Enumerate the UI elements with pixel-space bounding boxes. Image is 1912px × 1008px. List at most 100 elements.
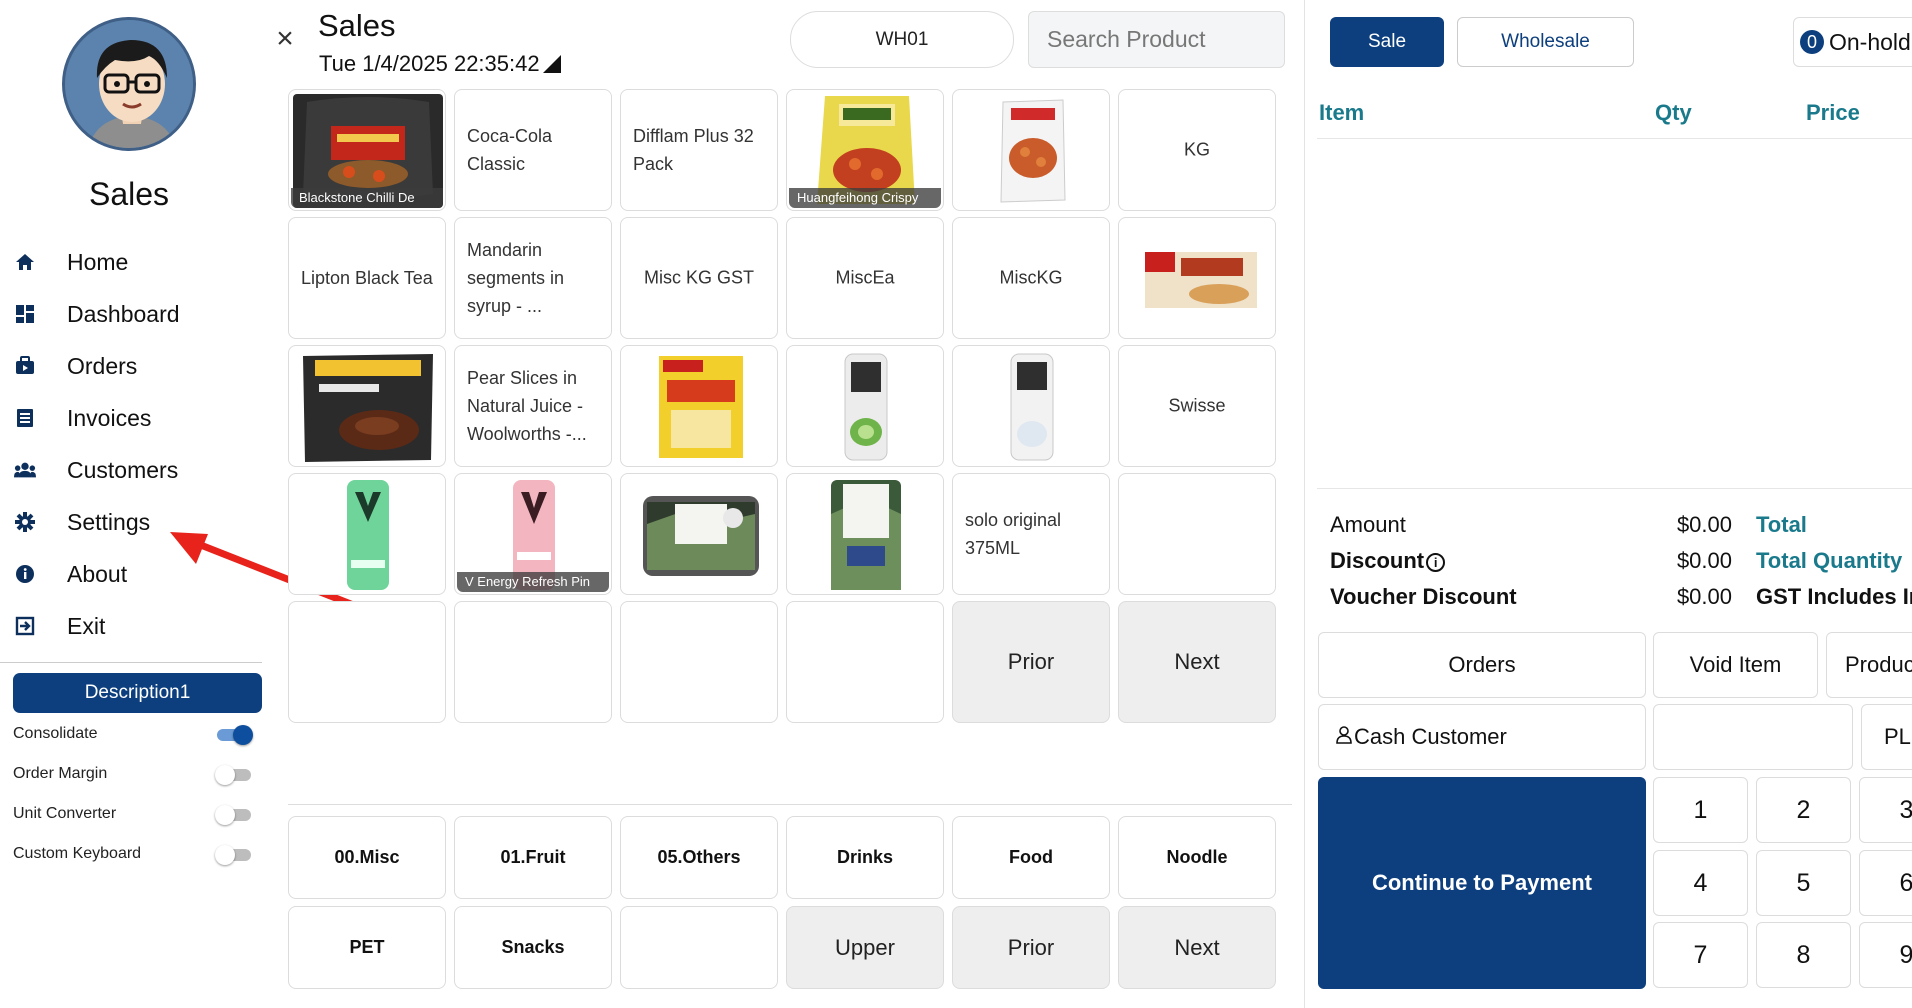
warehouse-selector[interactable]: WH01 bbox=[790, 11, 1014, 68]
sidebar: Sales Home Dashboard Orders Invoices Cus… bbox=[0, 0, 262, 1008]
gear-icon bbox=[14, 511, 36, 533]
description-button[interactable]: Description1 bbox=[13, 673, 262, 713]
product-name: Coca-Cola Classic bbox=[467, 126, 553, 174]
product-tile[interactable]: solo original 375ML bbox=[952, 473, 1110, 595]
product-tile[interactable]: Difflam Plus 32 Pack bbox=[620, 89, 778, 211]
nav-customers[interactable]: Customers bbox=[0, 449, 258, 491]
product-tile[interactable]: MiscEa bbox=[786, 217, 944, 339]
pl-button[interactable]: PL bbox=[1861, 704, 1912, 770]
product-image bbox=[844, 353, 888, 461]
product-tile[interactable]: KG bbox=[1118, 89, 1276, 211]
wholesale-mode-button[interactable]: Wholesale bbox=[1457, 17, 1634, 67]
product-tile[interactable] bbox=[952, 345, 1110, 467]
keypad-key[interactable]: 1 bbox=[1653, 777, 1748, 843]
product-tile[interactable] bbox=[1118, 217, 1276, 339]
product-tile[interactable] bbox=[620, 473, 778, 595]
product-tile[interactable]: Lipton Black Tea bbox=[288, 217, 446, 339]
nav-about[interactable]: About bbox=[0, 553, 258, 595]
product-tile[interactable]: MiscKG bbox=[952, 217, 1110, 339]
product-tile[interactable]: Misc KG GST bbox=[620, 217, 778, 339]
home-icon bbox=[14, 251, 36, 273]
nav-exit[interactable]: Exit bbox=[0, 605, 258, 647]
keypad-key[interactable]: 5 bbox=[1756, 850, 1851, 916]
nav-orders[interactable]: Orders bbox=[0, 345, 258, 387]
dashboard-icon bbox=[14, 303, 36, 325]
category-button[interactable]: Noodle bbox=[1118, 816, 1276, 899]
void-item-button[interactable]: Void Item bbox=[1653, 632, 1818, 698]
keypad-key[interactable]: 2 bbox=[1756, 777, 1851, 843]
customer-button[interactable]: Cash Customer bbox=[1318, 704, 1646, 770]
consolidate-toggle[interactable] bbox=[215, 724, 253, 745]
nav-home-label: Home bbox=[67, 248, 129, 275]
product-tile[interactable] bbox=[288, 473, 446, 595]
product-tile[interactable] bbox=[786, 473, 944, 595]
category-button[interactable]: Drinks bbox=[786, 816, 944, 899]
order-margin-toggle[interactable] bbox=[215, 764, 253, 785]
product-next-button[interactable]: Next bbox=[1118, 601, 1276, 723]
empty-category bbox=[620, 906, 778, 989]
keypad-key[interactable]: 3 bbox=[1859, 777, 1912, 843]
category-prior-button[interactable]: Prior bbox=[952, 906, 1110, 989]
toggle-row-consolidate: Consolidate bbox=[13, 719, 253, 749]
product-tile[interactable]: Pear Slices in Natural Juice - Woolworth… bbox=[454, 345, 612, 467]
nav-home[interactable]: Home bbox=[0, 241, 258, 283]
customer-info-box bbox=[1653, 704, 1853, 770]
category-button[interactable]: PET bbox=[288, 906, 446, 989]
search-input[interactable]: Search Product bbox=[1028, 11, 1285, 68]
product-image bbox=[831, 480, 901, 590]
on-hold-button[interactable]: 0 On-hold bbox=[1793, 17, 1912, 67]
customer-name: Cash Customer bbox=[1354, 724, 1507, 749]
customers-icon bbox=[14, 459, 36, 481]
custom-keyboard-toggle[interactable] bbox=[215, 844, 253, 865]
toggle-row-order-margin: Order Margin bbox=[13, 759, 253, 789]
product-tile[interactable]: V Energy Refresh Pin bbox=[454, 473, 612, 595]
orders-button[interactable]: Orders bbox=[1318, 632, 1646, 698]
empty-tile bbox=[288, 601, 446, 723]
nav-invoices-label: Invoices bbox=[67, 404, 152, 431]
keypad-key[interactable]: 8 bbox=[1756, 922, 1851, 988]
sale-mode-button[interactable]: Sale bbox=[1330, 17, 1444, 67]
unit-converter-toggle[interactable] bbox=[215, 804, 253, 825]
category-button[interactable]: 05.Others bbox=[620, 816, 778, 899]
keypad-key[interactable]: 6 bbox=[1859, 850, 1912, 916]
sidebar-divider bbox=[0, 662, 262, 663]
panel-divider bbox=[1304, 0, 1305, 1008]
product-button[interactable]: Produc bbox=[1826, 632, 1912, 698]
category-next-button[interactable]: Next bbox=[1118, 906, 1276, 989]
nav-dashboard-label: Dashboard bbox=[67, 300, 180, 327]
product-image bbox=[659, 356, 743, 458]
discount-info-icon[interactable]: i bbox=[1426, 553, 1446, 572]
column-header-item: Item bbox=[1319, 100, 1365, 125]
person-icon bbox=[1336, 724, 1352, 750]
product-tile[interactable]: Coca-Cola Classic bbox=[454, 89, 612, 211]
product-tile[interactable] bbox=[1118, 473, 1276, 595]
product-tile[interactable]: Blackstone Chilli De bbox=[288, 89, 446, 211]
category-button[interactable]: Food bbox=[952, 816, 1110, 899]
keypad-key[interactable]: 4 bbox=[1653, 850, 1748, 916]
datetime-text: Tue 1/4/2025 22:35:42 bbox=[319, 51, 540, 76]
main-divider bbox=[288, 804, 1292, 805]
toggle-label: Custom Keyboard bbox=[13, 845, 142, 862]
nav-dashboard[interactable]: Dashboard bbox=[0, 293, 258, 335]
orders-icon bbox=[14, 355, 36, 377]
continue-to-payment-button[interactable]: Continue to Payment bbox=[1318, 777, 1646, 989]
product-tile[interactable] bbox=[786, 345, 944, 467]
keypad-key[interactable]: 9 bbox=[1859, 922, 1912, 988]
nav-invoices[interactable]: Invoices bbox=[0, 397, 258, 439]
product-tile[interactable] bbox=[288, 345, 446, 467]
nav-settings[interactable]: Settings bbox=[0, 501, 258, 543]
product-tile[interactable]: Huangfeihong Crispy bbox=[786, 89, 944, 211]
product-image bbox=[1145, 252, 1257, 308]
category-upper-button[interactable]: Upper bbox=[786, 906, 944, 989]
product-image bbox=[1010, 353, 1054, 461]
category-button[interactable]: Snacks bbox=[454, 906, 612, 989]
product-tile[interactable]: Swisse bbox=[1118, 345, 1276, 467]
product-tile[interactable] bbox=[620, 345, 778, 467]
close-icon[interactable]: × bbox=[272, 24, 298, 54]
product-tile[interactable]: Mandarin segments in syrup - ... bbox=[454, 217, 612, 339]
category-button[interactable]: 01.Fruit bbox=[454, 816, 612, 899]
product-prior-button[interactable]: Prior bbox=[952, 601, 1110, 723]
category-button[interactable]: 00.Misc bbox=[288, 816, 446, 899]
keypad-key[interactable]: 7 bbox=[1653, 922, 1748, 988]
product-tile[interactable] bbox=[952, 89, 1110, 211]
